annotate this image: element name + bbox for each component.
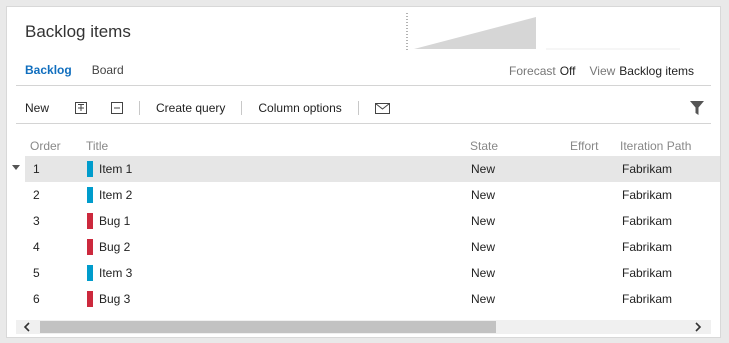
table-row[interactable]: 5 Item 3 New Fabrikam (25, 260, 720, 286)
work-item-type-indicator (87, 187, 93, 203)
title-cell[interactable]: Item 3 (99, 266, 132, 280)
scroll-right-icon[interactable] (691, 320, 705, 334)
chart-area (414, 17, 536, 49)
order-cell: 4 (33, 240, 40, 254)
table-row[interactable]: 2 Item 2 New Fabrikam (25, 182, 720, 208)
work-item-type-indicator (87, 161, 93, 177)
iteration-cell: Fabrikam (622, 162, 673, 176)
order-cell: 6 (33, 292, 40, 306)
view-options: Forecast Off View Backlog items (509, 64, 694, 78)
order-cell: 2 (33, 188, 40, 202)
divider (16, 123, 711, 124)
state-cell: New (471, 188, 496, 202)
order-cell: 3 (33, 214, 40, 228)
state-cell: New (471, 266, 496, 280)
toolbar-divider (357, 101, 359, 115)
divider (16, 85, 711, 86)
title-cell[interactable]: Bug 2 (99, 240, 130, 254)
toolbar: New Create query Column options (25, 99, 710, 117)
work-item-type-indicator (87, 265, 93, 281)
expand-all-icon[interactable] (75, 102, 88, 114)
table-row[interactable]: 4 Bug 2 New Fabrikam (25, 234, 720, 260)
order-cell: 1 (33, 162, 40, 176)
title-cell[interactable]: Item 1 (99, 162, 132, 176)
iteration-cell: Fabrikam (622, 266, 673, 280)
horizontal-scrollbar[interactable] (16, 320, 711, 334)
state-cell: New (471, 292, 496, 306)
table-row[interactable]: 1 Item 1 New Fabrikam (12, 156, 720, 182)
work-item-type-indicator (87, 291, 93, 307)
column-header-effort[interactable]: Effort (570, 139, 598, 153)
state-cell: New (471, 162, 496, 176)
collapse-chevron-icon[interactable] (12, 165, 20, 170)
iteration-cell: Fabrikam (622, 188, 673, 202)
forecast-toggle[interactable]: Off (560, 64, 576, 78)
column-header-state[interactable]: State (470, 139, 498, 153)
column-header-title[interactable]: Title (86, 139, 108, 153)
tab-bar: Backlog Board (25, 63, 124, 77)
iteration-cell: Fabrikam (622, 292, 673, 306)
page-title: Backlog items (25, 22, 131, 41)
new-button[interactable]: New (25, 101, 49, 115)
backlog-panel: Backlog items Backlog Board Forecast Off… (6, 6, 721, 338)
table-row[interactable]: 3 Bug 1 New Fabrikam (25, 208, 720, 234)
title-cell[interactable]: Item 2 (99, 188, 132, 202)
backlog-grid: 1 Item 1 New Fabrikam 2 Item 2 New Fabri… (12, 156, 720, 312)
toolbar-divider (139, 101, 141, 115)
column-options-button[interactable]: Column options (258, 101, 341, 115)
title-cell[interactable]: Bug 3 (99, 292, 130, 306)
forecast-label: Forecast (509, 64, 556, 78)
tab-backlog[interactable]: Backlog (25, 63, 72, 77)
burndown-thumbnail-chart[interactable] (406, 13, 680, 51)
view-selector[interactable]: Backlog items (619, 64, 694, 78)
view-label: View (589, 64, 616, 78)
table-row[interactable]: 6 Bug 3 New Fabrikam (25, 286, 720, 312)
create-query-button[interactable]: Create query (156, 101, 225, 115)
order-cell: 5 (33, 266, 40, 280)
iteration-cell: Fabrikam (622, 240, 673, 254)
column-header-iteration-path[interactable]: Iteration Path (620, 139, 691, 153)
scrollbar-thumb[interactable] (40, 321, 496, 333)
work-item-type-indicator (87, 239, 93, 255)
mail-icon[interactable] (374, 102, 390, 114)
filter-icon[interactable] (690, 101, 704, 115)
column-header-order[interactable]: Order (30, 139, 61, 153)
toolbar-divider (241, 101, 243, 115)
iteration-cell: Fabrikam (622, 214, 673, 228)
work-item-type-indicator (87, 213, 93, 229)
collapse-all-icon[interactable] (111, 102, 124, 114)
state-cell: New (471, 240, 496, 254)
tab-board[interactable]: Board (92, 63, 124, 77)
state-cell: New (471, 214, 496, 228)
title-cell[interactable]: Bug 1 (99, 214, 130, 228)
scroll-left-icon[interactable] (20, 320, 34, 334)
